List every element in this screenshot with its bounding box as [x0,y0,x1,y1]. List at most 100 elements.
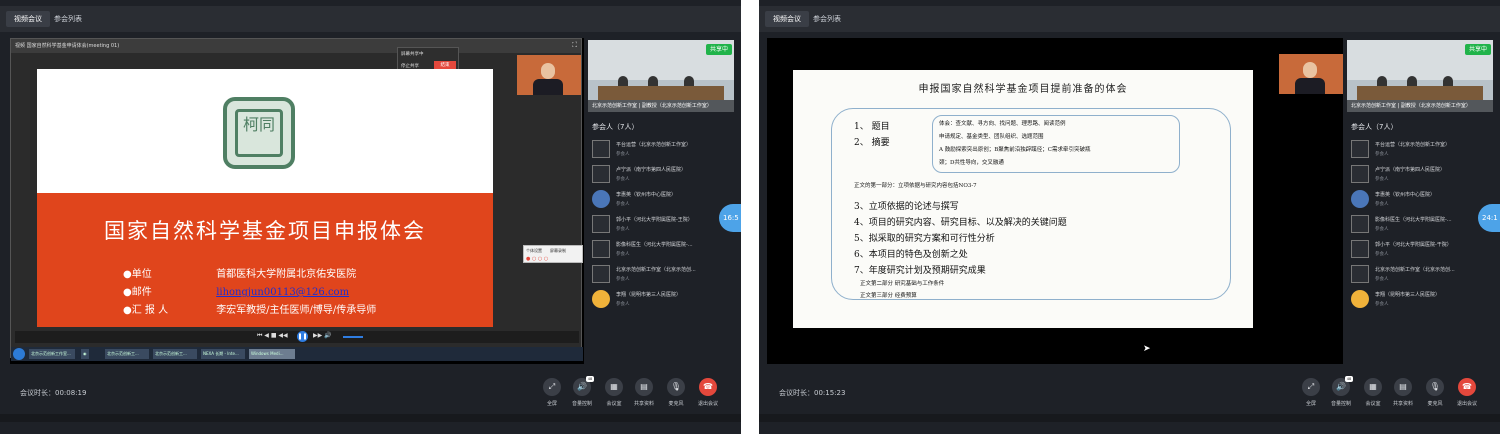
tab-participant-list[interactable]: 参会列表 [46,11,90,27]
slide-header-area: 柯同 [37,69,493,193]
tab-participant-list[interactable]: 参会列表 [805,11,849,27]
next-icon[interactable]: ▶▶ 🔊 [313,332,332,339]
avatar [592,140,610,158]
participant-item[interactable]: 李翔（昆明市第三人民医院） 参会人 [592,288,734,313]
participant-item[interactable]: 平台运营（北京示范创新工作室） 参会人 [1351,138,1493,163]
item-7: 7、年度研究计划及预期研究成果 [854,266,986,276]
participant-name: 卢宁派（南宁市第四人民医院） [1375,167,1446,173]
chrome-icon[interactable]: ◉ [81,349,89,359]
fullscreen-icon: ⤢ [1302,378,1320,396]
grid-icon: ▦ [1364,378,1382,396]
document-icon: ▤ [1394,378,1412,396]
grid-icon: ▦ [605,378,623,396]
leave-label: 退出会议 [1456,401,1477,407]
share-button[interactable]: ▤ 共享资料 [630,378,658,407]
mini-popup-a[interactable]: 个体设置 [526,248,542,254]
avatar [592,190,610,208]
participant-role: 参会人 [1375,152,1389,157]
share-button[interactable]: ▤ 共享资料 [1389,378,1417,407]
hangup-icon: ☎ [1458,378,1476,396]
sharing-badge: 共享中 [1464,44,1491,55]
participant-item[interactable]: 卢宁派（南宁市第四人民医院） 参会人 [592,163,734,188]
tab-video-meeting[interactable]: 视频会议 [6,11,50,27]
presenter-head [1303,62,1317,78]
mic-button[interactable]: 🎙 麦克风 [662,378,690,407]
volume-badge: 48 [1345,376,1353,382]
fullscreen-button[interactable]: ⤢ 全屏 [538,378,566,407]
participant-item[interactable]: 郭小平（河北大学附属医院-王院） 参会人 [592,213,734,238]
participant-name: 北京示范创新工作室（北京示范创... [1375,267,1455,273]
participant-item[interactable]: 北京示范创新工作室（北京示范创... 参会人 [1351,263,1493,288]
taskbar-item[interactable]: 北京示范创新工作室... [29,349,75,359]
avatar [1351,140,1369,158]
participants-header: 参会人（7人） [1351,123,1398,131]
floating-timer[interactable]: 16:5 [719,204,741,232]
participant-list: 平台运营（北京示范创新工作室） 参会人 卢宁派（南宁市第四人民医院） 参会人 李惠英… [592,138,734,313]
taskbar-item[interactable]: 北京示范创新工... [153,349,197,359]
participant-role: 参会人 [1375,177,1389,182]
pause-icon[interactable]: ❚❚ [297,331,308,342]
experience-box: 体会：查文献、寻方向、找问题、理思路、阅读范例 申请规定、基金类型、团队组织、选… [932,115,1180,173]
avatar [1351,265,1369,283]
avatar [592,215,610,233]
volume-slider[interactable] [343,336,363,338]
microphone-icon: 🎙 [1426,378,1444,396]
room-camera-video: 共享中 北京示范创新工作室 | 副教授（北京示范创新工作室） [1347,40,1493,112]
participant-name: 李惠英（钦州市中心医院） [616,192,677,198]
avatar [1351,190,1369,208]
participant-name: 李翔（昆明市第三人民医院） [616,292,682,298]
mic-label: 麦克风 [1427,401,1443,407]
record-icon[interactable]: ● ○ ○ ○ [526,256,548,262]
fullscreen-button[interactable]: ⤢ 全屏 [1297,378,1325,407]
presenter-body [533,79,563,95]
part3-text: 正文第三部分 经费预算 [860,293,917,299]
taskbar-item[interactable]: Windows Medi... [249,349,295,359]
meeting-room-button[interactable]: ▦ 会议室 [1359,378,1387,407]
participant-item[interactable]: 郭小平（河北大学附属医院-干院） 参会人 [1351,238,1493,263]
participant-item[interactable]: 李惠英（钦州市中心医院） 参会人 [592,188,734,213]
duration-label: 会议时长： [779,389,814,397]
mini-popup-b[interactable]: 屏幕录制 [550,248,566,254]
volume-label: 音量控制 [1330,401,1351,407]
taskbar-item[interactable]: NEXA 长期 - Inte... [201,349,245,359]
leave-button[interactable]: ☎ 退出会议 [694,378,722,407]
top-tab-bar: 视频会议 参会列表 [759,6,1500,32]
participant-item[interactable]: 影像科医生（河北大学附属医院-... 参会人 [1351,213,1493,238]
floating-timer[interactable]: 24:1 [1478,204,1500,232]
mini-toolbar-popup: 个体设置 屏幕录制 ● ○ ○ ○ [523,245,583,263]
participant-item[interactable]: 卢宁派（南宁市第四人民医院） 参会人 [1351,163,1493,188]
participant-item[interactable]: 影像科医生（河北大学附属医院-... 参会人 [592,238,734,263]
meeting-duration: 会议时长：00:15:23 [779,388,845,398]
start-button-icon[interactable] [13,348,25,360]
meeting-room-button[interactable]: ▦ 会议室 [600,378,628,407]
presenter-window: 视频 国家自然科学基金申请体会(meeting 01) ⛶ 屏幕共享中 停止共享… [10,38,583,361]
slide-orange-band: 国家自然科学基金项目申报体会 ●单位 首都医科大学附属北京佑安医院 ●邮件 li… [37,193,493,327]
taskbar-item[interactable]: 北京示范创新工... [105,349,149,359]
item-4: 4、项目的研究内容、研究目标、以及解决的关键问题 [854,218,1067,228]
participant-item[interactable]: 李翔（昆明市第三人民医院） 参会人 [1351,288,1493,313]
participant-item[interactable]: 北京示范创新工作室（北京示范创... 参会人 [592,263,734,288]
info-row-reporter: ●汇 报 人 李宏军教授/主任医师/博导/传承导师 [123,301,376,316]
mic-button[interactable]: 🎙 麦克风 [1421,378,1449,407]
leave-button[interactable]: ☎ 退出会议 [1453,378,1481,407]
email-link[interactable]: lihongjun00113@126.com [216,287,349,298]
tab-video-meeting[interactable]: 视频会议 [765,11,809,27]
fullscreen-icon: ⤢ [543,378,561,396]
presenter-body [1295,78,1325,94]
bottom-strip [759,414,1500,422]
shared-screen: 视频 国家自然科学基金申请体会(meeting 01) ⛶ 屏幕共享中 停止共享… [10,38,584,364]
sidebar: 共享中 北京示范创新工作室 | 副教授（北京示范创新工作室） 参会人（7人） 平… [1347,40,1493,364]
avatar [592,240,610,258]
volume-button[interactable]: 48 🔊 音量控制 [568,376,596,407]
participant-role: 参会人 [1375,252,1389,257]
player-controls-icons[interactable]: ⏮ ◀ ■ ◀◀ [257,332,288,340]
participant-name: 影像科医生（河北大学附属医院-... [616,242,693,248]
meeting-duration: 会议时长：00:08:19 [20,388,86,398]
fullscreen-label: 全屏 [546,401,557,407]
item-5: 5、拟采取的研究方案和可行性分析 [854,234,995,244]
avatar [1351,240,1369,258]
participant-item[interactable]: 平台运营（北京示范创新工作室） 参会人 [592,138,734,163]
volume-button[interactable]: 48 🔊 音量控制 [1327,376,1355,407]
maximize-icon[interactable]: ⛶ [572,41,577,50]
participant-item[interactable]: 李惠英（钦州市中心医院） 参会人 [1351,188,1493,213]
